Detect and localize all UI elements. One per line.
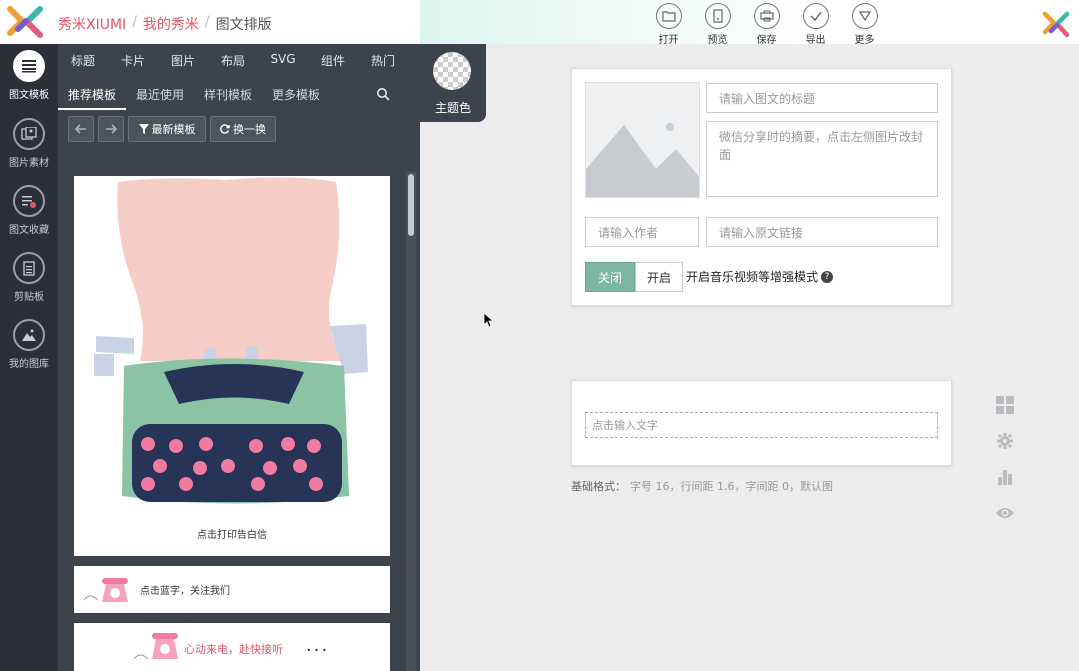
left-rail: 图文模板 图片素材 图文收藏 剪贴板 我的图库 [0,44,58,671]
image-material-icon [13,118,45,150]
xiumi-logo-right-icon[interactable] [1042,11,1070,39]
category-tab-title[interactable]: 标题 [58,52,108,69]
template-card-call[interactable]: 心动来电，赴快接听 ... [74,623,390,671]
open-button[interactable]: 打开 [648,0,689,46]
template-text: 点击蓝字，关注我们 [140,586,230,597]
refresh-icon [220,124,230,134]
toggle-off[interactable]: 关闭 [585,262,635,292]
category-tabs: 标题 卡片 图片 布局 SVG 组件 热门 [58,52,408,69]
theme-swatch [433,52,471,90]
preview-icon [704,3,731,29]
mouse-cursor-icon [483,312,493,328]
category-tab-layout[interactable]: 布局 [208,52,258,69]
subtab-sample[interactable]: 样刊模板 [194,86,262,110]
template-card-typewriter[interactable]: 点击打印告白信 [74,176,390,556]
clipboard-icon [13,252,45,284]
list-icon [13,50,45,82]
cover-image[interactable] [585,82,700,198]
subtab-recommended[interactable]: 推荐模板 [58,86,127,110]
favorite-icon [13,185,45,217]
rail-item-clipboard[interactable]: 剪贴板 [0,252,58,303]
subtab-more[interactable]: 更多模板 [262,86,330,110]
template-subtabs: 推荐模板 最近使用 样刊模板 更多模板 [58,86,330,110]
base-format-info: 基础格式： 字号 16，行间距 1.6，字间距 0，默认图 [571,478,833,494]
article-meta-card: 请输入图文的标题 微信分享时的摘要，点击左侧图片改封面 请输入作者 请输入原文链… [571,68,952,306]
template-text: 心动来电，赴快接听 [184,643,283,656]
typewriter-illustration [94,177,368,504]
toolbar: 打开 预览 保存 导出 更多 [648,0,885,46]
settings-gear-icon[interactable] [994,430,1016,452]
template-scrollbar[interactable] [406,172,416,671]
grid-icon[interactable] [994,394,1016,416]
export-button[interactable]: 导出 [795,0,836,46]
latest-templates-button[interactable]: 最新模板 [128,116,206,142]
help-icon[interactable]: ? [821,270,834,283]
category-tab-hot[interactable]: 热门 [358,52,408,69]
category-tab-svg[interactable]: SVG [258,52,308,69]
arrow-left-icon [75,124,86,134]
more-button[interactable]: 更多 [844,0,885,46]
folder-open-icon [655,3,682,29]
rail-item-templates[interactable]: 图文模板 [0,50,58,101]
base-format-value[interactable]: 字号 16，行间距 1.6，字间距 0，默认图 [630,478,833,494]
breadcrumb-home[interactable]: 秀米XIUMI [58,14,126,34]
gallery-icon [13,319,45,351]
forward-button[interactable] [98,116,124,142]
template-card-follow[interactable]: 点击蓝字，关注我们 [74,566,390,613]
text-input-area[interactable]: 点击输入文字 [585,412,938,438]
rail-item-image-material[interactable]: 图片素材 [0,118,58,169]
breadcrumb-current: 图文排版 [215,17,272,33]
xiumi-logo-icon[interactable] [6,5,44,39]
source-link-input[interactable]: 请输入原文链接 [706,217,938,247]
phone-icon [83,577,128,602]
scrollbar-thumb[interactable] [408,174,414,236]
export-check-icon [802,3,829,29]
breadcrumb: 秀米XIUMI / 我的秀米 / 图文排版 [58,14,272,34]
preview-button[interactable]: 预览 [697,0,738,46]
image-placeholder-icon [586,123,699,197]
title-input[interactable]: 请输入图文的标题 [706,83,938,113]
rail-item-gallery[interactable]: 我的图库 [0,319,58,370]
category-tab-card[interactable]: 卡片 [108,52,158,69]
more-down-icon [851,3,878,29]
back-button[interactable] [68,116,94,142]
template-panel: 标题 卡片 图片 布局 SVG 组件 热门 推荐模板 最近使用 样刊模板 更多模… [58,44,420,671]
filter-icon [138,124,149,134]
breadcrumb-my-xiumi[interactable]: 我的秀米 [143,14,199,34]
enhanced-mode-toggle[interactable]: 关闭 开启 [585,262,683,292]
subtab-recent[interactable]: 最近使用 [126,86,194,110]
phone-icon [133,633,178,660]
toggle-on[interactable]: 开启 [635,262,683,292]
search-icon[interactable] [376,87,390,101]
article-body-card: 点击输入文字 [571,380,952,466]
eye-icon[interactable] [994,502,1016,524]
category-tab-component[interactable]: 组件 [308,52,358,69]
right-toolbar [994,394,1016,538]
shuffle-button[interactable]: 换一换 [210,116,276,142]
summary-textarea[interactable]: 微信分享时的摘要，点击左侧图片改封面 [706,121,938,197]
save-icon [753,3,780,29]
template-toolbar: 最新模板 换一换 [68,116,276,142]
more-dots: ... [306,635,330,656]
top-bar: 秀米XIUMI / 我的秀米 / 图文排版 打开 预览 保存 导出 更多 [0,0,1079,46]
bar-chart-icon[interactable] [994,466,1016,488]
category-tab-image[interactable]: 图片 [158,52,208,69]
author-input[interactable]: 请输入作者 [585,217,699,247]
arrow-right-icon [106,124,117,134]
theme-color-button[interactable]: 主题色 [420,44,486,122]
rail-item-favorites[interactable]: 图文收藏 [0,185,58,236]
enhanced-mode-label: 开启音乐视频等增强模式 ? [686,268,834,285]
save-button[interactable]: 保存 [746,0,787,46]
template-caption: 点击打印告白信 [197,530,267,541]
